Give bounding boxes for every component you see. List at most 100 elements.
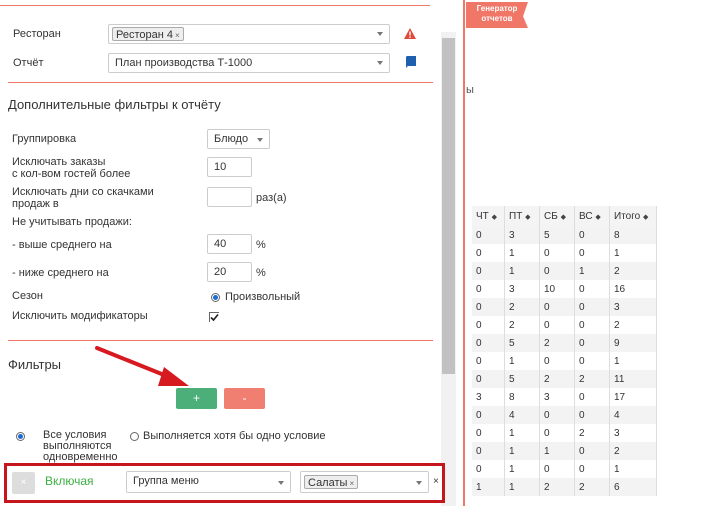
panel-top-divider (0, 5, 430, 6)
table-cell: 0 (472, 298, 505, 316)
grouping-dropdown[interactable]: Блюдо (207, 129, 270, 149)
filters-title: Фильтры (8, 357, 62, 372)
report-generator-tab[interactable]: Генератор отчетов (466, 2, 528, 28)
table-cell: 1 (504, 244, 540, 262)
season-option-label: Произвольный (225, 291, 301, 303)
table-row: 0 3 10 0 16 (472, 280, 657, 298)
table-cell: 0 (472, 424, 505, 442)
table-cell: 1 (504, 442, 540, 460)
exclude-days-unit: раз(а) (256, 192, 287, 204)
filter-field-select[interactable]: Группа меню (126, 471, 291, 493)
all-conditions-label: Все условия выполняются одновременно (43, 429, 118, 463)
report-select-value: План производства Т-1000 (115, 57, 253, 69)
table-cell: 10 (539, 280, 575, 298)
filter-value-tag: Салаты × (304, 475, 359, 489)
scrollbar-thumb[interactable] (442, 38, 455, 374)
table-cell: 1 (574, 262, 610, 280)
table-cell: 16 (609, 280, 657, 298)
table-cell: 0 (574, 460, 610, 478)
below-average-input[interactable]: 20 (207, 262, 252, 282)
above-average-input[interactable]: 40 (207, 234, 252, 254)
table-cell: 3 (539, 388, 575, 406)
table-row: 0 5 2 2 11 (472, 370, 657, 388)
table-cell: 4 (609, 406, 657, 424)
table-cell: 3 (504, 280, 540, 298)
add-filter-button[interactable]: + (176, 388, 217, 409)
table-cell: 0 (539, 244, 575, 262)
column-header-sat[interactable]: СБ ◆ (539, 206, 575, 226)
exclude-modifiers-checkbox[interactable] (209, 312, 219, 322)
column-header-sun[interactable]: ВС ◆ (574, 206, 610, 226)
restaurant-tag: Ресторан 4 × (112, 27, 184, 41)
table-row: 3 8 3 0 17 (472, 388, 657, 406)
all-conditions-radio[interactable] (16, 432, 25, 441)
table-cell: 1 (504, 460, 540, 478)
table-cell: 0 (574, 298, 610, 316)
tag-remove-icon[interactable]: × (349, 479, 354, 488)
table-cell: 2 (609, 316, 657, 334)
column-header-total[interactable]: Итого ◆ (609, 206, 657, 226)
table-row: 01001 (472, 460, 657, 478)
book-icon[interactable] (405, 56, 416, 68)
table-cell: 0 (472, 226, 505, 244)
include-mode-label[interactable]: Включая (45, 474, 94, 488)
table-cell: 2 (574, 424, 610, 442)
season-radio[interactable] (211, 293, 220, 302)
table-cell: 0 (472, 370, 505, 388)
table-cell: 17 (609, 388, 657, 406)
grouping-value: Блюдо (214, 133, 249, 145)
above-average-label: - выше среднего на (12, 239, 112, 251)
filter-value-select[interactable]: Салаты × (300, 471, 429, 493)
below-average-label: - ниже среднего на (12, 267, 109, 279)
sort-icon: ◆ (560, 213, 566, 221)
table-cell: 0 (574, 406, 610, 424)
chevron-down-icon (257, 138, 263, 142)
clear-filter-icon[interactable]: × (433, 476, 439, 487)
table-cell: 5 (539, 226, 575, 244)
any-condition-radio[interactable] (130, 432, 139, 441)
column-header-thu[interactable]: ЧТ ◆ (472, 206, 505, 226)
remove-filter-button[interactable]: - (224, 388, 265, 409)
exclude-days-input[interactable] (207, 187, 252, 207)
table-cell: 0 (539, 352, 575, 370)
panel-scrollbar[interactable] (441, 32, 456, 506)
table-cell: 1 (609, 352, 657, 370)
table-cell: 0 (472, 244, 505, 262)
table-cell: 0 (472, 280, 505, 298)
sort-icon: ◆ (525, 213, 531, 221)
chevron-down-icon (377, 32, 383, 36)
table-cell: 0 (539, 298, 575, 316)
table-cell: 0 (472, 334, 505, 352)
table-cell: 3 (504, 226, 540, 244)
table-cell: 0 (472, 406, 505, 424)
table-cell: 2 (609, 442, 657, 460)
background-partial-label: ы (466, 84, 474, 96)
report-select[interactable]: План производства Т-1000 (108, 53, 390, 73)
table-cell: 0 (472, 316, 505, 334)
table-row: 01023 (472, 424, 657, 442)
table-row: 01001 (472, 352, 657, 370)
sort-icon: ◆ (595, 213, 601, 221)
table-cell: 3 (609, 424, 657, 442)
table-cell: 0 (472, 442, 505, 460)
table-row: 01012 (472, 262, 657, 280)
restaurant-label: Ресторан (13, 28, 61, 40)
table-cell: 0 (539, 262, 575, 280)
table-cell: 0 (574, 388, 610, 406)
annotation-arrow (95, 346, 189, 386)
table-cell: 8 (504, 388, 540, 406)
table-cell: 0 (574, 352, 610, 370)
filter-row-remove-button[interactable]: × (12, 472, 35, 494)
column-header-fri[interactable]: ПТ ◆ (504, 206, 540, 226)
table-cell: 1 (504, 478, 540, 496)
table-row: 05209 (472, 334, 657, 352)
chevron-down-icon (278, 481, 284, 485)
exclude-modifiers-label: Исключить модификаторы (12, 310, 148, 322)
table-cell: 2 (539, 370, 575, 388)
table-cell: 1 (609, 460, 657, 478)
restaurant-select[interactable]: Ресторан 4 × (108, 24, 390, 44)
exclude-guests-input[interactable]: 10 (207, 157, 252, 177)
table-cell: 2 (539, 334, 575, 352)
tag-remove-icon[interactable]: × (175, 31, 180, 40)
table-cell: 0 (472, 262, 505, 280)
